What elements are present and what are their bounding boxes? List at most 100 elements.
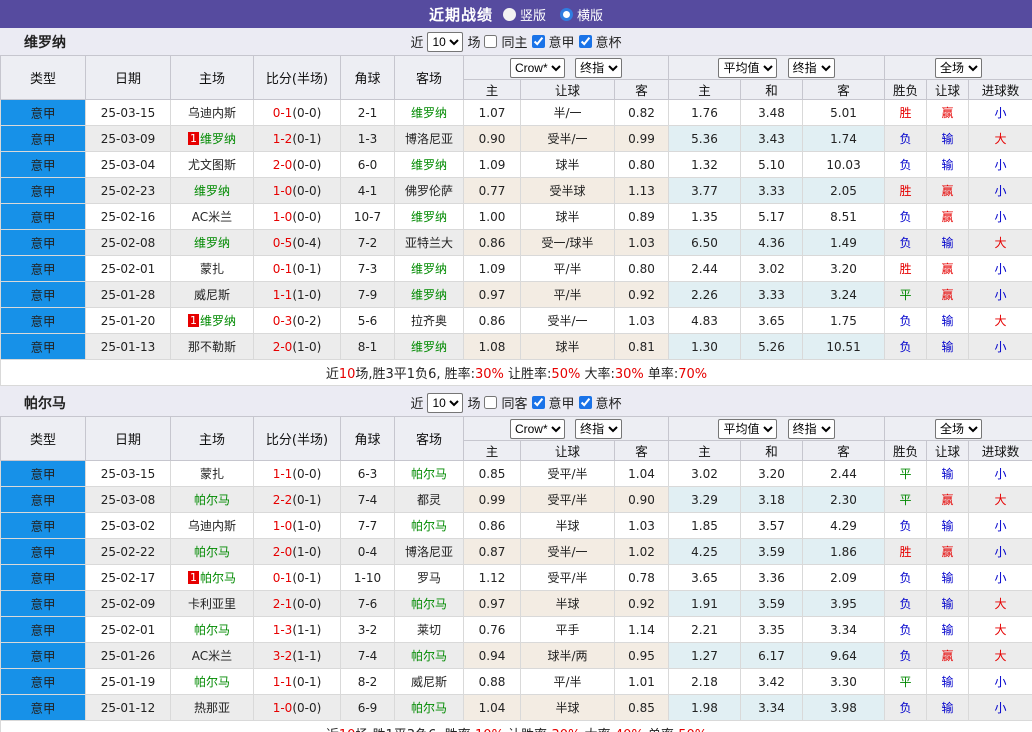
home-team-cell[interactable]: 卡利亚里 — [170, 590, 254, 617]
team-name[interactable]: 博洛尼亚 — [405, 132, 453, 146]
home-team-cell[interactable]: 帕尔马 — [170, 486, 254, 513]
away-team-cell[interactable]: 帕尔马 — [394, 642, 464, 669]
bookmaker-select[interactable]: Crow* — [509, 418, 565, 439]
away-team-cell[interactable]: 拉齐奥 — [394, 307, 464, 334]
odds-stage-select-1[interactable]: 终指 — [575, 57, 623, 78]
home-team-cell[interactable]: AC米兰 — [170, 203, 254, 230]
away-team-cell[interactable]: 维罗纳 — [394, 203, 464, 230]
team-name[interactable]: 佛罗伦萨 — [405, 184, 453, 198]
league-checkbox[interactable] — [531, 35, 545, 48]
team-name[interactable]: 罗马 — [417, 571, 441, 585]
home-team-cell[interactable]: 帕尔马 — [170, 616, 254, 643]
away-team-cell[interactable]: 维罗纳 — [394, 151, 464, 178]
same-venue-checkbox[interactable] — [484, 35, 498, 48]
odds-stage-select-1[interactable]: 终指 — [575, 418, 623, 439]
home-team-cell[interactable]: 乌迪内斯 — [170, 512, 254, 539]
team-name[interactable]: 帕尔马 — [411, 597, 447, 611]
home-team-cell[interactable]: 尤文图斯 — [170, 151, 254, 178]
team-name[interactable]: 那不勒斯 — [188, 340, 236, 354]
home-team-cell[interactable]: 那不勒斯 — [170, 333, 254, 360]
bookmaker-select[interactable]: Crow* — [509, 57, 565, 78]
home-team-cell[interactable]: 蒙扎 — [170, 255, 254, 282]
team-name[interactable]: 帕尔马 — [194, 675, 230, 689]
away-team-cell[interactable]: 莱切 — [394, 616, 464, 643]
match-count-select[interactable]: 10 — [427, 31, 464, 52]
team-name[interactable]: 帕尔马 — [411, 701, 447, 715]
away-team-cell[interactable]: 都灵 — [394, 486, 464, 513]
away-team-cell[interactable]: 维罗纳 — [394, 255, 464, 282]
league-checkbox[interactable] — [531, 396, 545, 409]
home-team-cell[interactable]: 乌迪内斯 — [170, 99, 254, 126]
home-team-cell[interactable]: 维罗纳 — [170, 177, 254, 204]
away-team-cell[interactable]: 博洛尼亚 — [394, 125, 464, 152]
team-name[interactable]: 维罗纳 — [411, 262, 447, 276]
team-name[interactable]: 亚特兰大 — [405, 236, 453, 250]
home-team-cell[interactable]: 1 维罗纳 — [170, 125, 254, 152]
home-team-cell[interactable]: 威尼斯 — [170, 281, 254, 308]
away-team-cell[interactable]: 维罗纳 — [394, 99, 464, 126]
team-name[interactable]: 维罗纳 — [194, 236, 230, 250]
radio-checked-icon[interactable] — [560, 7, 573, 21]
vertical-layout-radio[interactable]: 竖版 — [502, 5, 546, 24]
team-name[interactable]: 威尼斯 — [194, 288, 230, 302]
away-team-cell[interactable]: 威尼斯 — [394, 668, 464, 695]
team-name[interactable]: 帕尔马 — [411, 467, 447, 481]
team-name[interactable]: 维罗纳 — [411, 340, 447, 354]
team-name[interactable]: 帕尔马 — [194, 623, 230, 637]
away-team-cell[interactable]: 帕尔马 — [394, 590, 464, 617]
home-team-cell[interactable]: 帕尔马 — [170, 538, 254, 565]
team-name[interactable]: 乌迪内斯 — [188, 106, 236, 120]
team-name[interactable]: 威尼斯 — [411, 675, 447, 689]
horizontal-layout-radio[interactable]: 横版 — [560, 5, 603, 24]
away-team-cell[interactable]: 维罗纳 — [394, 281, 464, 308]
odds-stage-select-2[interactable]: 终指 — [787, 418, 835, 439]
full-match-select[interactable]: 全场 — [935, 418, 983, 439]
team-name[interactable]: 都灵 — [417, 493, 441, 507]
home-team-cell[interactable]: 蒙扎 — [170, 460, 254, 487]
team-name[interactable]: 帕尔马 — [411, 649, 447, 663]
home-team-cell[interactable]: 维罗纳 — [170, 229, 254, 256]
home-team-cell[interactable]: AC米兰 — [170, 642, 254, 669]
away-team-cell[interactable]: 帕尔马 — [394, 460, 464, 487]
team-name[interactable]: 维罗纳 — [411, 106, 447, 120]
radio-unchecked-icon[interactable] — [502, 7, 516, 21]
team-name[interactable]: 蒙扎 — [200, 467, 224, 481]
team-name[interactable]: 帕尔马 — [411, 519, 447, 533]
average-select[interactable]: 平均值 — [718, 418, 778, 439]
team-name[interactable]: AC米兰 — [192, 210, 232, 224]
team-name[interactable]: 蒙扎 — [200, 262, 224, 276]
team-name[interactable]: 拉齐奥 — [411, 314, 447, 328]
team-name[interactable]: 维罗纳 — [200, 314, 236, 328]
home-team-cell[interactable]: 帕尔马 — [170, 668, 254, 695]
cup-checkbox[interactable] — [578, 35, 592, 48]
team-name[interactable]: 维罗纳 — [411, 288, 447, 302]
full-match-select[interactable]: 全场 — [935, 57, 983, 78]
team-name[interactable]: 维罗纳 — [194, 184, 230, 198]
away-team-cell[interactable]: 帕尔马 — [394, 512, 464, 539]
away-team-cell[interactable]: 维罗纳 — [394, 333, 464, 360]
home-team-cell[interactable]: 1 帕尔马 — [170, 564, 254, 591]
same-venue-checkbox[interactable] — [484, 396, 498, 409]
away-team-cell[interactable]: 罗马 — [394, 564, 464, 591]
team-name[interactable]: 维罗纳 — [411, 158, 447, 172]
cup-checkbox[interactable] — [578, 396, 592, 409]
team-name[interactable]: 帕尔马 — [200, 571, 236, 585]
team-name[interactable]: 维罗纳 — [411, 210, 447, 224]
away-team-cell[interactable]: 亚特兰大 — [394, 229, 464, 256]
odds-stage-select-2[interactable]: 终指 — [787, 57, 835, 78]
team-name[interactable]: 乌迪内斯 — [188, 519, 236, 533]
average-select[interactable]: 平均值 — [718, 57, 778, 78]
team-name[interactable]: 莱切 — [417, 623, 441, 637]
team-name[interactable]: 博洛尼亚 — [405, 545, 453, 559]
team-name[interactable]: 卡利亚里 — [188, 597, 236, 611]
away-team-cell[interactable]: 佛罗伦萨 — [394, 177, 464, 204]
team-name[interactable]: AC米兰 — [192, 649, 232, 663]
team-name[interactable]: 帕尔马 — [194, 493, 230, 507]
away-team-cell[interactable]: 帕尔马 — [394, 694, 464, 721]
team-name[interactable]: 帕尔马 — [194, 545, 230, 559]
home-team-cell[interactable]: 1 维罗纳 — [170, 307, 254, 334]
away-team-cell[interactable]: 博洛尼亚 — [394, 538, 464, 565]
team-name[interactable]: 尤文图斯 — [188, 158, 236, 172]
home-team-cell[interactable]: 热那亚 — [170, 694, 254, 721]
match-count-select[interactable]: 10 — [427, 392, 464, 413]
